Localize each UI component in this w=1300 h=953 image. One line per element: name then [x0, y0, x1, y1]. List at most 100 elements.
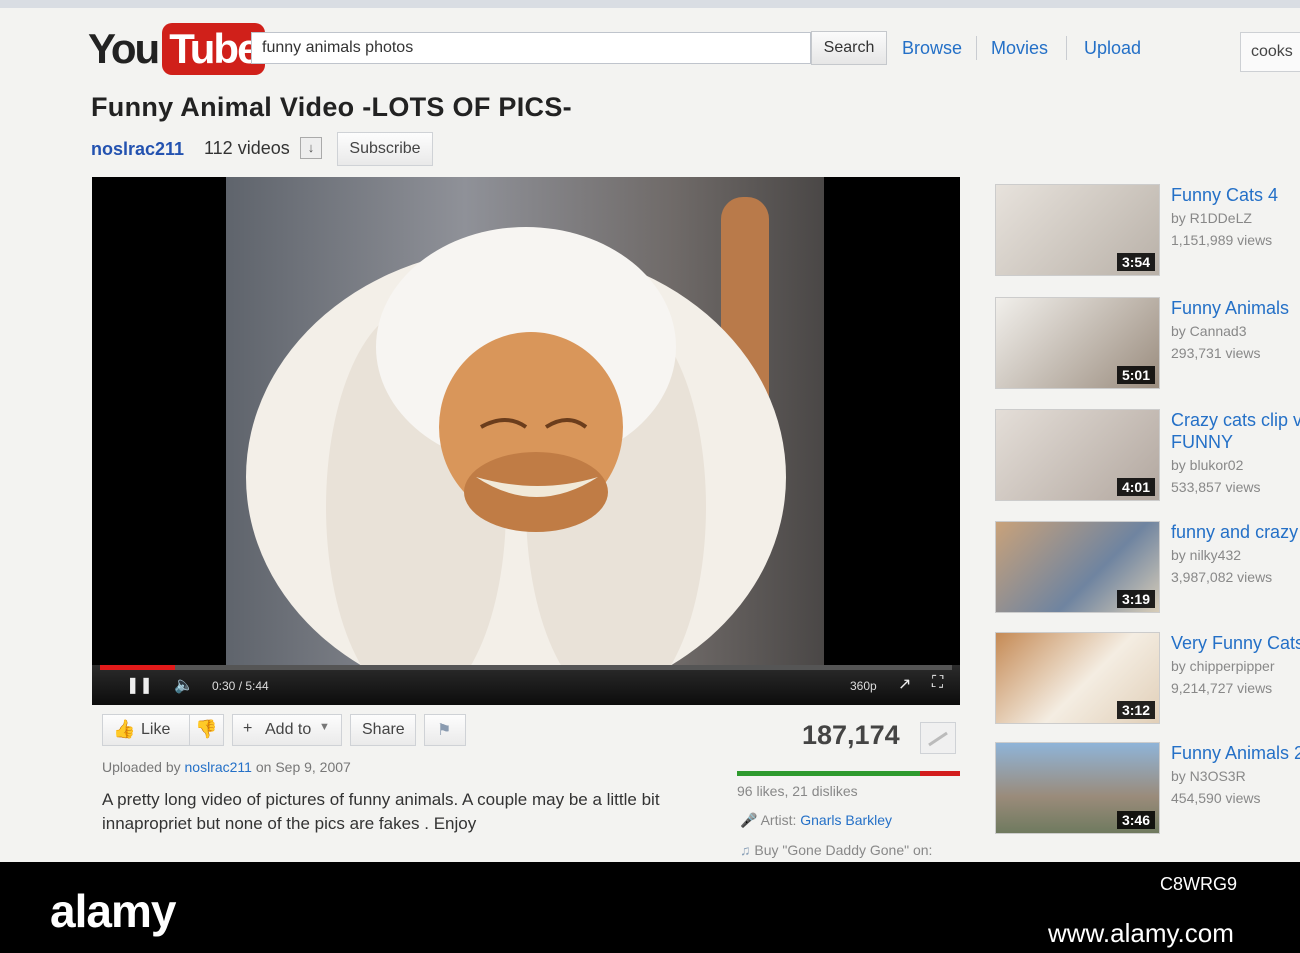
related-thumbnail[interactable]: 4:01 — [995, 409, 1160, 501]
youtube-logo[interactable]: You Tube — [88, 22, 266, 76]
related-views: 9,214,727 views — [1171, 680, 1273, 696]
like-button[interactable]: 👍 Like 👎 — [102, 714, 224, 746]
like-ratio-bar — [737, 771, 960, 776]
thumbs-down-icon: 👎 — [195, 719, 218, 739]
channel-link[interactable]: noslrac211 — [91, 139, 184, 160]
duration-badge: 5:01 — [1116, 366, 1155, 384]
artist-label: Artist: — [760, 812, 797, 828]
videos-count: 112 videos — [204, 138, 290, 158]
volume-icon[interactable]: 🔈 — [174, 675, 194, 695]
related-video[interactable]: 4:01 Crazy cats clip v FUNNY by blukor02… — [995, 409, 1300, 509]
artist-link[interactable]: Gnarls Barkley — [800, 812, 892, 828]
video-description: A pretty long video of pictures of funny… — [102, 790, 660, 833]
related-views: 3,987,082 views — [1171, 569, 1273, 585]
chevron-down-icon: ▼ — [319, 721, 330, 733]
video-frame — [226, 177, 824, 705]
video-player[interactable]: ❚❚ 🔈 0:30 / 5:44 360p ↗ ⛶ — [92, 177, 960, 705]
related-author: by blukor02 — [1171, 457, 1244, 473]
watermark-footer: alamy C8WRG9 www.alamy.com — [0, 862, 1300, 953]
like-ratio-fill — [737, 771, 920, 776]
nav-separator — [1066, 36, 1067, 60]
like-label: Like — [141, 721, 171, 738]
like-divider — [189, 715, 190, 745]
related-video[interactable]: 3:54 Funny Cats 4 by R1DDeLZ 1,151,989 v… — [995, 184, 1300, 284]
related-video[interactable]: 3:19 funny and crazy by nilky432 3,987,0… — [995, 521, 1300, 621]
search-button[interactable]: Search — [811, 31, 887, 65]
search-input[interactable] — [251, 32, 811, 64]
duration-badge: 3:46 — [1116, 811, 1155, 829]
watermark-url: www.alamy.com — [1048, 918, 1234, 948]
related-video[interactable]: 3:46 Funny Animals 2 by N3OS3R 454,590 v… — [995, 742, 1300, 842]
gorilla-image — [246, 197, 786, 705]
related-views: 1,151,989 views — [1171, 232, 1273, 248]
popout-icon[interactable]: ↗ — [898, 674, 911, 694]
plus-icon: + — [243, 720, 253, 737]
related-author: by nilky432 — [1171, 547, 1242, 563]
chevron-down-icon[interactable]: ↓ — [300, 137, 322, 159]
pause-icon[interactable]: ❚❚ — [126, 675, 153, 695]
logo-you-text: You — [88, 25, 160, 72]
progress-fill — [100, 665, 175, 670]
view-count: 187,174 — [802, 720, 900, 750]
subscribe-button[interactable]: Subscribe — [337, 132, 433, 166]
related-views: 293,731 views — [1171, 345, 1261, 361]
watermark-code: C8WRG9 — [1160, 874, 1238, 894]
related-author: by Cannad3 — [1171, 323, 1247, 339]
share-label: Share — [362, 721, 405, 738]
related-title[interactable]: Funny Animals 2 — [1171, 742, 1300, 764]
browser-edge — [0, 0, 1300, 8]
related-title[interactable]: Funny Animals — [1171, 297, 1300, 319]
nav-movies[interactable]: Movies — [991, 38, 1048, 59]
upload-info: Uploaded by noslrac211 on Sep 9, 2007 — [102, 759, 351, 775]
duration-badge: 3:54 — [1116, 253, 1155, 271]
related-thumbnail[interactable]: 3:54 — [995, 184, 1160, 276]
watermark-brand: alamy — [50, 885, 176, 937]
progress-bar[interactable] — [100, 665, 952, 670]
buy-row: ♫ Buy "Gone Daddy Gone" on: — [740, 842, 932, 858]
chart-icon — [928, 731, 948, 747]
related-views: 533,857 views — [1171, 479, 1261, 495]
uploader-link[interactable]: noslrac211 — [185, 759, 252, 775]
related-author: by R1DDeLZ — [1171, 210, 1252, 226]
artist-row: 🎤 Artist: Gnarls Barkley — [740, 812, 892, 829]
related-video[interactable]: 5:01 Funny Animals by Cannad3 293,731 vi… — [995, 297, 1300, 397]
player-controls: ❚❚ 🔈 0:30 / 5:44 360p ↗ ⛶ — [92, 665, 960, 705]
related-title[interactable]: Crazy cats clip v FUNNY — [1171, 409, 1300, 453]
related-thumbnail[interactable]: 3:19 — [995, 521, 1160, 613]
related-thumbnail[interactable]: 3:46 — [995, 742, 1160, 834]
related-title[interactable]: Very Funny Cats — [1171, 632, 1300, 654]
youtube-watch-page: You Tube Search Browse Movies Upload coo… — [0, 0, 1300, 862]
related-author: by N3OS3R — [1171, 768, 1246, 784]
stats-button[interactable] — [920, 722, 956, 754]
related-video[interactable]: 3:12 Very Funny Cats by chipperpipper 9,… — [995, 632, 1300, 732]
related-thumbnail[interactable]: 5:01 — [995, 297, 1160, 389]
likes-dislikes-text: 96 likes, 21 dislikes — [737, 783, 858, 799]
related-views: 454,590 views — [1171, 790, 1261, 806]
video-title: Funny Animal Video -LOTS OF PICS- — [91, 92, 572, 122]
fullscreen-icon[interactable]: ⛶ — [932, 674, 943, 692]
nav-separator — [976, 36, 977, 60]
related-title[interactable]: funny and crazy — [1171, 521, 1300, 543]
duration-badge: 3:19 — [1116, 590, 1155, 608]
flag-button[interactable]: ⚑ — [424, 714, 466, 746]
microphone-icon: 🎤 — [740, 812, 758, 828]
music-note-icon: ♫ — [740, 842, 751, 858]
upload-date: on Sep 9, 2007 — [255, 759, 351, 775]
uploaded-prefix: Uploaded by — [102, 759, 181, 775]
related-thumbnail[interactable]: 3:12 — [995, 632, 1160, 724]
share-button[interactable]: Share — [350, 714, 416, 746]
user-menu[interactable]: cooks — [1240, 32, 1300, 72]
nav-browse[interactable]: Browse — [902, 38, 962, 59]
duration-badge: 3:12 — [1116, 701, 1155, 719]
buy-text: Buy "Gone Daddy Gone" on: — [754, 842, 933, 858]
time-display: 0:30 / 5:44 — [212, 679, 269, 693]
logo-tube-text: Tube — [162, 23, 266, 75]
nav-upload[interactable]: Upload — [1084, 38, 1141, 59]
quality-selector[interactable]: 360p — [850, 679, 877, 693]
duration-badge: 4:01 — [1116, 478, 1155, 496]
related-author: by chipperpipper — [1171, 658, 1275, 674]
add-to-button[interactable]: + Add to ▼ — [232, 714, 342, 746]
thumbs-up-icon: 👍 — [113, 719, 136, 739]
flag-icon: ⚑ — [437, 722, 452, 739]
related-title[interactable]: Funny Cats 4 — [1171, 184, 1300, 206]
